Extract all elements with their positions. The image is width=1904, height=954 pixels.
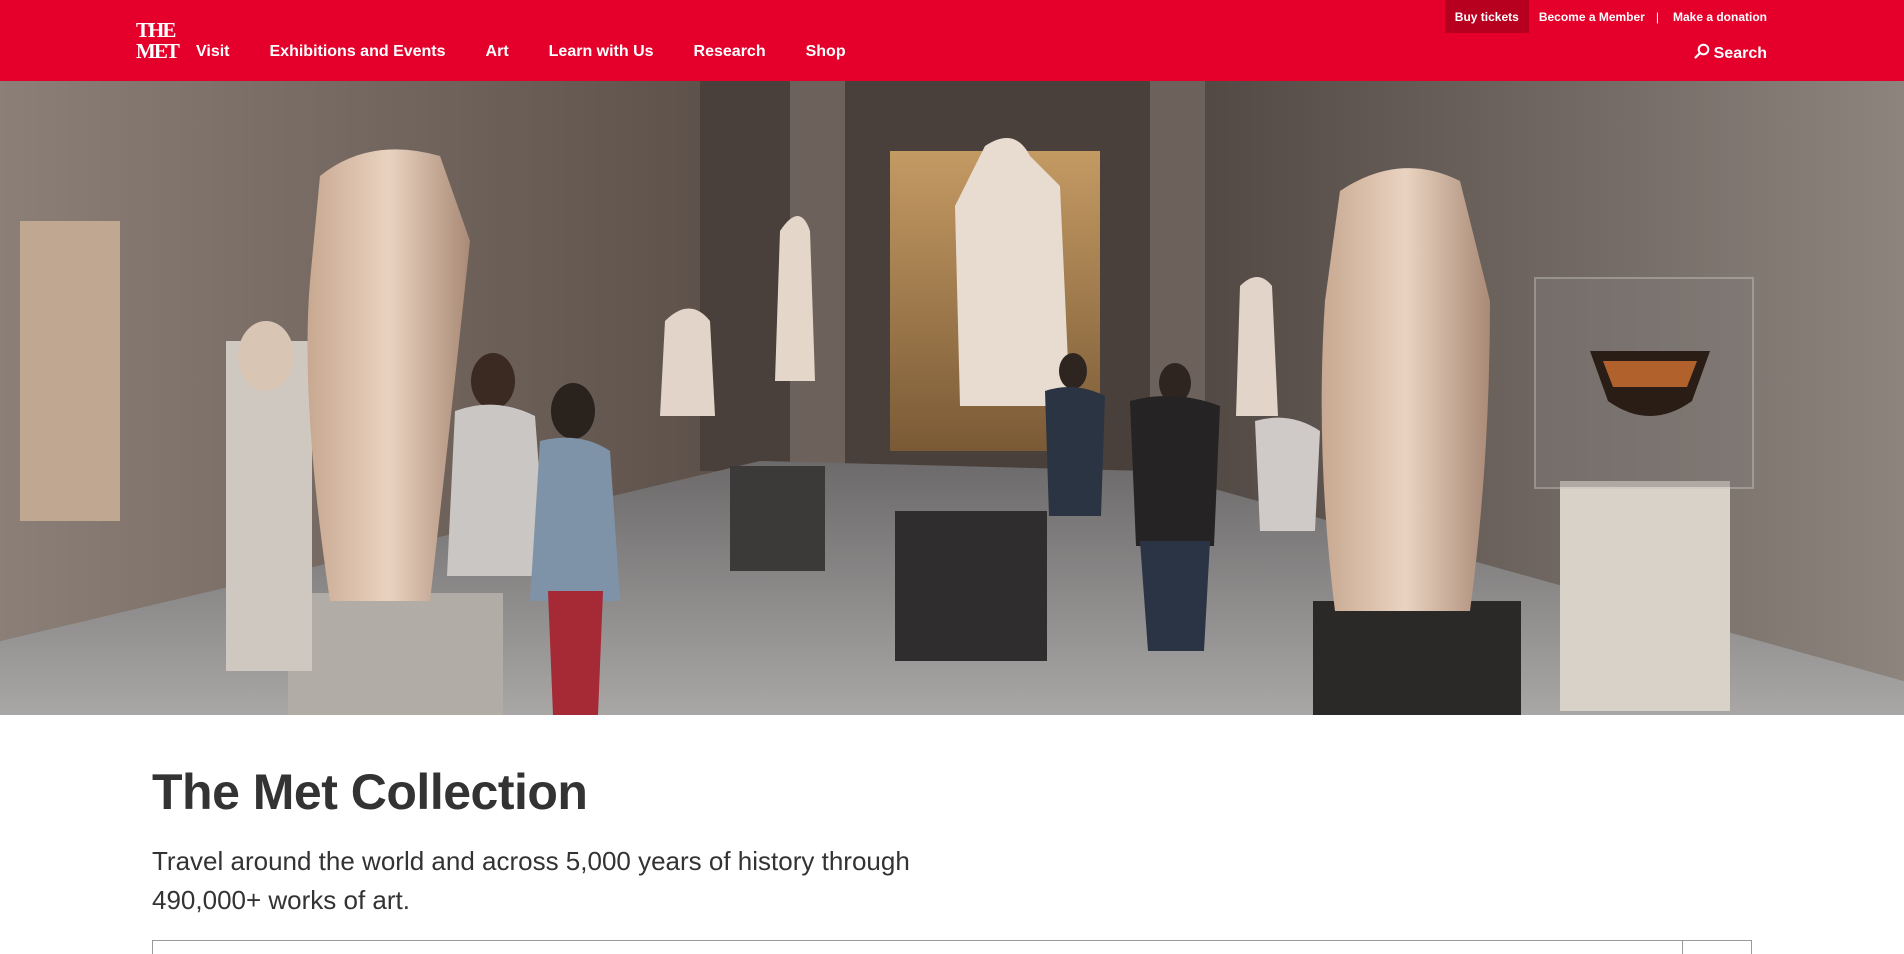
collection-intro: The Met Collection Travel around the wor… [152,762,1752,920]
gallery-illustration [0,81,1904,715]
header-search-button[interactable]: Search [1694,43,1767,64]
main-nav: Visit Exhibitions and Events Art Learn w… [196,0,846,81]
site-header: THE MET Visit Exhibitions and Events Art… [0,0,1904,81]
nav-item-shop[interactable]: Shop [806,43,846,61]
become-member-link[interactable]: Become a Member [1539,10,1645,24]
collection-search-box [152,940,1752,954]
page: THE MET Visit Exhibitions and Events Art… [0,0,1904,954]
buy-tickets-link[interactable]: Buy tickets [1444,0,1529,33]
collection-search-input[interactable] [153,941,1673,954]
logo-line-2: MET [136,39,180,63]
page-subtitle: Travel around the world and across 5,000… [152,846,910,915]
nav-item-research[interactable]: Research [694,43,766,61]
search-label: Search [1713,44,1767,62]
page-title: The Met Collection [152,764,588,820]
hero-image [0,81,1904,715]
logo-line-1: THE [136,18,176,42]
utility-nav: Buy tickets Become a Member | Make a don… [1444,0,1767,33]
nav-item-exhibitions-and-events[interactable]: Exhibitions and Events [270,43,446,61]
nav-item-visit[interactable]: Visit [196,43,230,61]
search-icon [1694,43,1710,64]
make-donation-link[interactable]: Make a donation [1673,10,1767,24]
nav-item-art[interactable]: Art [486,43,509,61]
utility-separator: | [1655,9,1659,24]
nav-item-learn-with-us[interactable]: Learn with Us [549,43,654,61]
met-logo[interactable]: THE MET [136,18,180,63]
search-box-divider [1682,941,1683,954]
